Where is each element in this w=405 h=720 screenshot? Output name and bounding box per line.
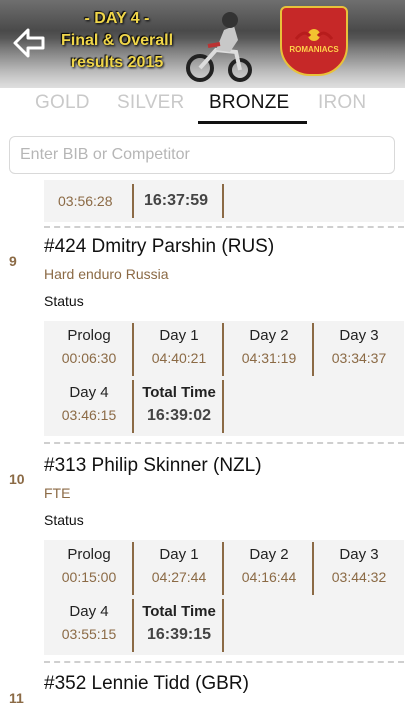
prolog-cell: Prolog 00:15:00 [44, 540, 134, 597]
competitor-name[interactable]: #313 Philip Skinner (NZL) [44, 455, 262, 477]
prolog-cell: Prolog 00:06:30 [44, 321, 134, 378]
title-line-2: Final & Overall [60, 32, 174, 49]
day3-cell: Day 3 03:34:37 [314, 321, 404, 378]
rank-number: 10 [9, 471, 25, 487]
total-cell: Total Time 16:39:15 [134, 597, 224, 654]
times-grid: Prolog 00:06:30 Day 1 04:40:21 Day 2 04:… [44, 321, 404, 436]
divider [222, 380, 224, 433]
day2-time: 04:31:19 [241, 350, 297, 366]
row-separator [44, 442, 404, 444]
day1-time: 04:40:21 [151, 350, 207, 366]
prolog-time: 00:06:30 [61, 350, 117, 366]
day3-label: Day 3 [339, 327, 379, 344]
day1-cell: Day 1 04:40:21 [134, 321, 224, 378]
row-separator [44, 661, 404, 663]
day3-time: 03:34:37 [331, 350, 387, 366]
day1-time: 04:27:44 [151, 569, 207, 585]
rank-number: 11 [9, 690, 24, 706]
day2-cell: Day 2 04:31:19 [224, 321, 314, 378]
day4-cell: Day 4 03:55:15 [44, 597, 134, 654]
page-title: - DAY 4 - Final & Overall results 2015 [52, 8, 182, 74]
total-label: Total Time [142, 384, 216, 401]
status-label: Status [44, 293, 84, 309]
day4-label: Day 4 [69, 603, 109, 620]
day4-cell: Day 4 03:46:15 [44, 378, 134, 435]
back-arrow-icon [13, 28, 45, 58]
day1-label: Day 1 [159, 327, 199, 344]
total-time: 16:39:15 [146, 626, 212, 643]
tab-iron[interactable]: IRON [318, 92, 366, 114]
results-list[interactable]: 03:56:28 16:37:59 9 #424 Dmitry Parshin … [0, 180, 405, 720]
team-name: Hard enduro Russia [44, 266, 169, 282]
divider [222, 184, 224, 218]
day3-time: 03:44:32 [331, 569, 387, 585]
logo-text: ROMANIACS [289, 45, 339, 54]
day4-time: 03:55:15 [61, 626, 117, 642]
divider [132, 184, 134, 218]
prolog-time: 00:15:00 [61, 569, 117, 585]
total-time: 16:37:59 [144, 192, 209, 209]
day4-time: 03:46:15 [61, 407, 117, 423]
total-cell: Total Time 16:39:02 [134, 378, 224, 435]
day2-label: Day 2 [249, 327, 289, 344]
competitor-name[interactable]: #352 Lennie Tidd (GBR) [44, 673, 249, 695]
prolog-label: Prolog [67, 327, 111, 344]
tab-bronze[interactable]: BRONZE [209, 92, 289, 114]
day2-time: 04:16:44 [241, 569, 297, 585]
day3-label: Day 3 [339, 546, 379, 563]
title-line-1: - DAY 4 - [84, 10, 150, 27]
times-grid: Prolog 00:15:00 Day 1 04:27:44 Day 2 04:… [44, 540, 404, 655]
competitor-name[interactable]: #424 Dmitry Parshin (RUS) [44, 236, 274, 258]
event-logo: ROMANIACS [280, 6, 348, 76]
red-bull-icon [294, 29, 334, 41]
tab-gold[interactable]: GOLD [35, 92, 90, 114]
app-header: - DAY 4 - Final & Overall results 2015 R… [0, 0, 405, 88]
row-separator [44, 226, 404, 228]
total-time: 16:39:02 [146, 407, 212, 424]
status-label: Status [44, 512, 84, 528]
motorbike-rider-image [186, 12, 252, 82]
back-button[interactable] [8, 24, 50, 62]
rank-number: 9 [9, 253, 17, 269]
active-tab-indicator [198, 121, 307, 124]
divider [222, 599, 224, 652]
title-line-3: results 2015 [70, 54, 164, 71]
day2-label: Day 2 [249, 546, 289, 563]
search-input[interactable] [9, 136, 395, 174]
day4-label: Day 4 [69, 384, 109, 401]
team-name: FTE [44, 485, 71, 501]
day1-cell: Day 1 04:27:44 [134, 540, 224, 597]
day2-cell: Day 2 04:16:44 [224, 540, 314, 597]
day1-label: Day 1 [159, 546, 199, 563]
total-label: Total Time [142, 603, 216, 620]
day3-cell: Day 3 03:44:32 [314, 540, 404, 597]
prolog-label: Prolog [67, 546, 111, 563]
previous-competitor-times: 03:56:28 16:37:59 [44, 180, 404, 222]
tab-silver[interactable]: SILVER [117, 92, 184, 114]
day4-time: 03:56:28 [58, 193, 113, 209]
